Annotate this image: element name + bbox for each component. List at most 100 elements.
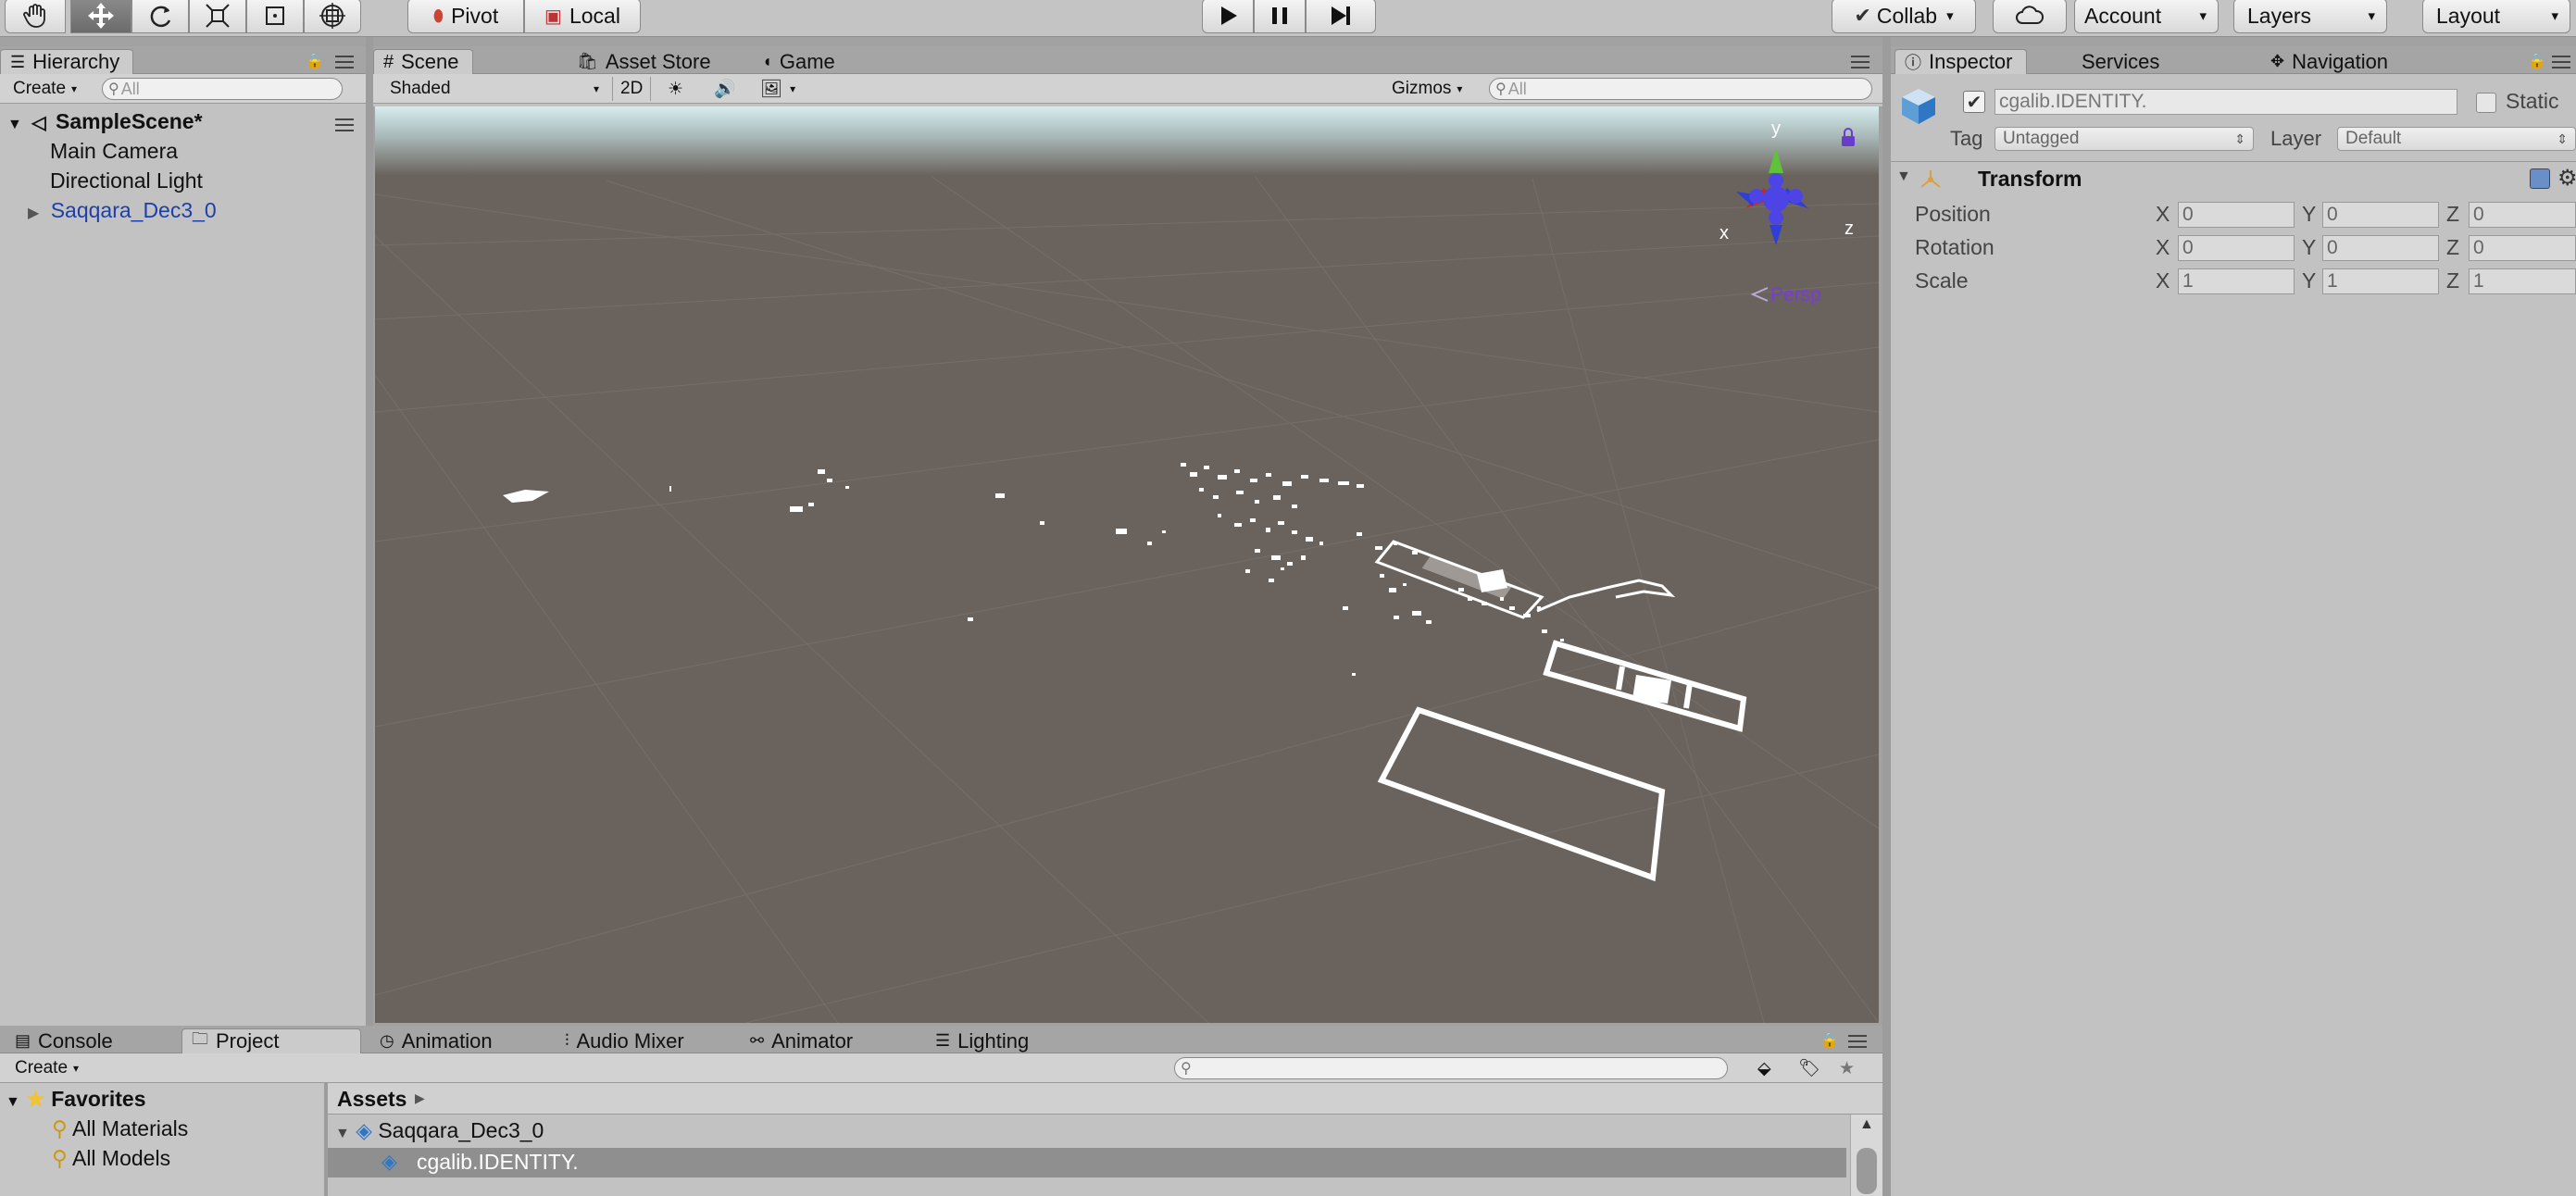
rotation-z-field[interactable]: 0 bbox=[2469, 235, 2576, 261]
panel-menu-icon[interactable] bbox=[335, 56, 354, 69]
chevron-down-icon: ▾ bbox=[73, 1062, 80, 1075]
projection-label[interactable]: Persp bbox=[1770, 284, 1821, 305]
axis-z-label: Z bbox=[2446, 235, 2460, 259]
pivot-toggle[interactable]: ⬮ Pivot bbox=[407, 0, 524, 33]
scene-search-input[interactable]: ⚲ All bbox=[1489, 78, 1872, 100]
effects-toggle[interactable]: 🖼 ▾ bbox=[753, 77, 803, 101]
position-z-field[interactable]: 0 bbox=[2469, 202, 2576, 228]
tab-inspector[interactable]: ⓘ Inspector bbox=[1894, 49, 2027, 74]
hierarchy-item-directional-light[interactable]: Directional Light bbox=[50, 168, 203, 193]
static-checkbox[interactable] bbox=[2476, 93, 2496, 113]
folder-icon: 🗀 bbox=[192, 1029, 208, 1048]
axis-x-label: X bbox=[2156, 235, 2170, 259]
filter-type-button[interactable]: ⬙ bbox=[1750, 1056, 1779, 1080]
gear-icon[interactable]: ⚙ bbox=[2557, 165, 2576, 192]
collab-dropdown[interactable]: ✔ Collab ▾ bbox=[1832, 0, 1976, 33]
object-name-input[interactable]: cgalib.IDENTITY. bbox=[1995, 89, 2457, 115]
favorites-header[interactable]: ▼ ★ Favorites bbox=[6, 1087, 146, 1112]
lock-icon[interactable]: 🔒 bbox=[2528, 52, 2546, 70]
tab-animator[interactable]: ⚯ Animator bbox=[741, 1028, 866, 1053]
shading-mode-dropdown[interactable]: Shaded ▾ bbox=[382, 77, 605, 101]
field-value: 0 bbox=[2327, 204, 2338, 225]
tab-console[interactable]: ▤ Console bbox=[6, 1028, 126, 1053]
account-label: Account bbox=[2084, 3, 2162, 28]
panel-menu-icon[interactable] bbox=[2552, 56, 2570, 69]
hierarchy-item-main-camera[interactable]: Main Camera bbox=[50, 139, 178, 164]
pause-button[interactable] bbox=[1254, 0, 1306, 33]
filter-label-button[interactable]: 🏷 bbox=[1791, 1056, 1828, 1080]
tab-hierarchy[interactable]: ☰ Hierarchy bbox=[0, 49, 134, 74]
image-icon: 🖼 bbox=[760, 80, 783, 99]
create-label: Create bbox=[15, 1058, 69, 1078]
tab-animation[interactable]: ◷ Animation bbox=[370, 1028, 506, 1053]
scale-x-field[interactable]: 1 bbox=[2178, 268, 2295, 294]
panel-menu-icon[interactable] bbox=[1851, 56, 1869, 69]
gizmos-dropdown[interactable]: Gizmos ▾ bbox=[1384, 77, 1469, 101]
cloud-button[interactable] bbox=[1993, 0, 2067, 33]
position-y-field[interactable]: 0 bbox=[2322, 202, 2439, 228]
project-search-input[interactable]: ⚲ bbox=[1174, 1057, 1728, 1079]
transform-header[interactable]: ▼ Transform ⚙ bbox=[1891, 163, 2576, 196]
panel-splitter[interactable] bbox=[1882, 37, 1891, 1026]
panel-splitter[interactable] bbox=[1882, 1026, 1891, 1196]
layer-dropdown[interactable]: Default ⇕ bbox=[2337, 127, 2576, 151]
tab-scene[interactable]: # Scene bbox=[373, 49, 473, 74]
layout-dropdown[interactable]: Layout ▾ bbox=[2422, 0, 2570, 33]
scene-menu-icon[interactable] bbox=[335, 118, 354, 131]
scale-z-field[interactable]: 1 bbox=[2469, 268, 2576, 294]
create-button[interactable]: Create ▾ bbox=[7, 1056, 86, 1080]
layers-dropdown[interactable]: Layers ▾ bbox=[2233, 0, 2387, 33]
scale-y-field[interactable]: 1 bbox=[2322, 268, 2439, 294]
rect-tool-button[interactable] bbox=[246, 0, 304, 33]
scale-tool-button[interactable] bbox=[189, 0, 246, 33]
toggle-2d-button[interactable]: 2D bbox=[612, 77, 652, 101]
panel-splitter[interactable] bbox=[366, 37, 373, 1026]
star-icon: ★ bbox=[26, 1087, 45, 1111]
tab-services[interactable]: Services bbox=[2072, 49, 2172, 74]
tab-asset-store[interactable]: 🛍 Asset Store bbox=[568, 49, 724, 74]
rotation-x-field[interactable]: 0 bbox=[2178, 235, 2295, 261]
scene-viewport[interactable]: y x z Persp bbox=[375, 106, 1879, 1023]
create-button[interactable]: Create ▾ bbox=[6, 77, 84, 101]
cloud-icon bbox=[2016, 6, 2044, 24]
scroll-up-icon[interactable]: ▲ bbox=[1859, 1116, 1874, 1133]
position-x-field[interactable]: 0 bbox=[2178, 202, 2295, 228]
account-dropdown[interactable]: Account ▾ bbox=[2074, 0, 2219, 33]
tab-project[interactable]: 🗀 Project bbox=[181, 1028, 361, 1053]
favorite-all-materials[interactable]: ⚲ All Materials bbox=[52, 1116, 188, 1141]
favorite-all-models[interactable]: ⚲ All Models bbox=[52, 1146, 170, 1171]
tag-dropdown[interactable]: Untagged ⇕ bbox=[1995, 127, 2254, 151]
hierarchy-tabbar: ☰ Hierarchy 🔒 bbox=[0, 46, 366, 74]
tab-navigation[interactable]: ✥ Navigation bbox=[2261, 49, 2401, 74]
favorite-button[interactable]: ★ bbox=[1832, 1056, 1862, 1080]
static-label: Static bbox=[2506, 89, 2559, 113]
asset-saqqara[interactable]: ▼ ◈ Saqqara_Dec3_0 bbox=[335, 1118, 544, 1143]
rotation-y-field[interactable]: 0 bbox=[2322, 235, 2439, 261]
local-toggle[interactable]: ▣ Local bbox=[524, 0, 641, 33]
scene-root[interactable]: ▼ ◁ SampleScene* bbox=[7, 109, 203, 134]
transform-tool-button[interactable] bbox=[304, 0, 361, 33]
play-button[interactable] bbox=[1202, 0, 1254, 33]
lighting-toggle[interactable]: ☀ bbox=[660, 77, 691, 101]
hierarchy-item-saqqara[interactable]: ▶ Saqqara_Dec3_0 bbox=[28, 198, 217, 223]
chevron-down-icon: ▾ bbox=[790, 82, 796, 95]
axis-y-label: Y bbox=[2302, 268, 2317, 293]
asset-selected-row[interactable]: ◈ cgalib.IDENTITY. bbox=[328, 1148, 1846, 1177]
active-checkbox[interactable]: ✔ bbox=[1963, 91, 1985, 113]
step-button[interactable] bbox=[1306, 0, 1376, 33]
hierarchy-search-input[interactable]: ⚲ All bbox=[102, 78, 343, 100]
scrollbar-thumb[interactable] bbox=[1857, 1148, 1877, 1194]
tab-lighting[interactable]: ☰ Lighting bbox=[926, 1028, 1042, 1053]
tab-game[interactable]: ◖ Game bbox=[753, 49, 848, 74]
rotate-tool-button[interactable] bbox=[131, 0, 189, 33]
help-book-icon[interactable] bbox=[2530, 168, 2550, 189]
audio-toggle[interactable]: 🔊 bbox=[707, 77, 744, 101]
hand-tool-button[interactable] bbox=[5, 0, 66, 33]
panel-menu-icon[interactable] bbox=[1848, 1035, 1867, 1048]
tab-audio-mixer[interactable]: ⫶ Audio Mixer bbox=[556, 1028, 697, 1053]
breadcrumb-assets[interactable]: Assets bbox=[337, 1087, 406, 1112]
lock-icon[interactable]: 🔒 bbox=[1820, 1031, 1839, 1050]
assets-scrollbar[interactable]: ▲ bbox=[1850, 1115, 1882, 1196]
move-tool-button[interactable] bbox=[70, 0, 131, 33]
lock-icon[interactable]: 🔒 bbox=[306, 52, 324, 70]
